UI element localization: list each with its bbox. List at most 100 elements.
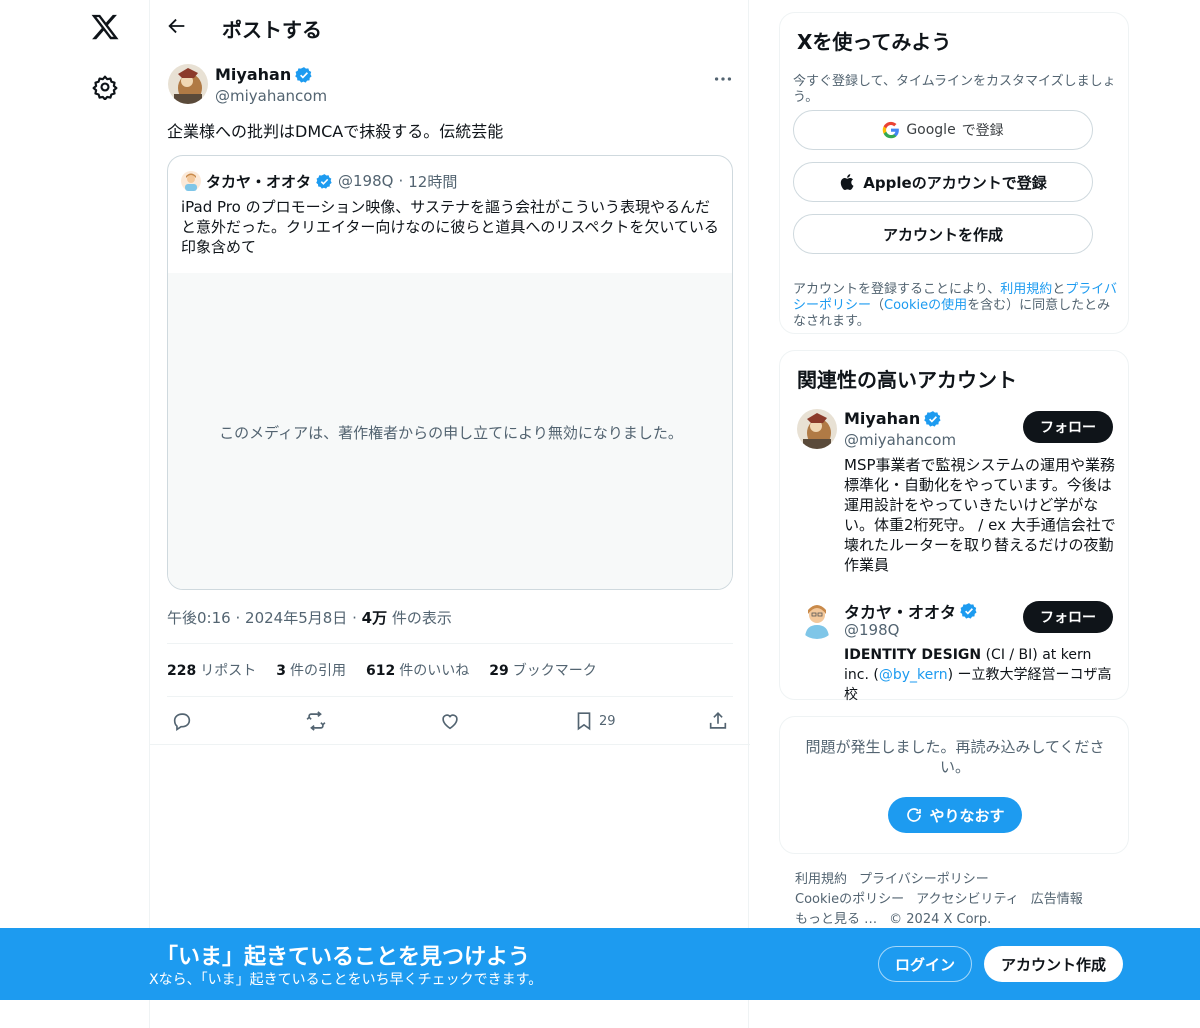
create-account-button[interactable]: アカウントを作成 bbox=[793, 214, 1093, 254]
signup-title: Xを使ってみよう bbox=[797, 30, 952, 54]
main-column: ポストする Miyahan @miyahancom 企業様への批判はDMCAで抹… bbox=[149, 0, 750, 1028]
login-button[interactable]: ログイン bbox=[878, 946, 972, 982]
account-handle[interactable]: @198Q bbox=[844, 621, 899, 639]
post-time[interactable]: 午後0:16 bbox=[167, 609, 231, 627]
signup-description: 今すぐ登録して、タイムラインをカスタマイズしましょう。 bbox=[793, 74, 1116, 105]
divider bbox=[150, 744, 750, 745]
footer-link-cookie[interactable]: Cookieのポリシー bbox=[795, 892, 904, 907]
related-accounts-card: 関連性の高いアカウント Miyahan @miyahancom フォロー MSP… bbox=[779, 350, 1129, 703]
media-disabled-message: このメディアは、著作権者からの申し立てにより無効になりました。 bbox=[219, 423, 683, 442]
avatar[interactable] bbox=[797, 599, 837, 639]
views-label: 件の表示 bbox=[391, 609, 452, 627]
signup-banner: 「いま」起きていることを見つけよう Xなら、「いま」起きていることをいち早くチェ… bbox=[0, 928, 1200, 1000]
post-stats: 228 リポスト 3 件の引用 612 件のいいね 29 ブックマーク bbox=[167, 660, 597, 680]
cookie-link[interactable]: Cookieの使用 bbox=[884, 298, 967, 313]
account-name[interactable]: タカヤ・オオタ bbox=[844, 599, 978, 623]
verified-badge-icon bbox=[316, 173, 332, 189]
bookmark-icon bbox=[577, 712, 591, 731]
account-bio: MSP事業者で監視システムの運用や業務標準化・自動化をやっています。今後は運用設… bbox=[844, 456, 1116, 574]
post-date[interactable]: 2024年5月8日 bbox=[245, 609, 347, 627]
avatar[interactable] bbox=[168, 64, 208, 104]
bookmark-count: 29 bbox=[599, 713, 616, 729]
banner-subtitle: Xなら、「いま」起きていることをいち早くチェックできます。 bbox=[149, 972, 543, 988]
related-title: 関連性の高いアカウント bbox=[797, 368, 1017, 392]
reply-button[interactable] bbox=[171, 709, 193, 733]
views-count: 4万 bbox=[361, 609, 388, 627]
verified-badge-icon bbox=[960, 603, 977, 619]
signup-card: Xを使ってみよう 今すぐ登録して、タイムラインをカスタマイズしましょう。 Goo… bbox=[779, 12, 1129, 334]
account-bio: IDENTITY DESIGN (CI / BI) at kern inc. (… bbox=[844, 647, 1112, 703]
reply-icon bbox=[173, 713, 191, 731]
post-author: Miyahan @miyahancom bbox=[168, 64, 734, 108]
verified-badge-icon bbox=[924, 410, 941, 427]
bookmark-button[interactable]: 29 bbox=[573, 709, 616, 733]
left-nav bbox=[0, 0, 150, 1028]
page-header: ポストする bbox=[150, 0, 750, 53]
google-signup-button[interactable]: Google で登録 bbox=[793, 110, 1093, 150]
share-icon bbox=[709, 712, 727, 729]
apple-signup-label: Appleのアカウントで登録 bbox=[863, 173, 1047, 192]
back-arrow-icon[interactable] bbox=[166, 15, 188, 37]
repost-icon bbox=[306, 711, 326, 731]
page-title: ポストする bbox=[222, 18, 322, 42]
create-account-label: アカウントを作成 bbox=[882, 225, 1003, 244]
footer-link-accessibility[interactable]: アクセシビリティ bbox=[916, 892, 1019, 907]
footer-link-ads[interactable]: 広告情報 bbox=[1031, 892, 1083, 907]
google-logo-icon bbox=[883, 121, 900, 139]
account-item[interactable]: タカヤ・オオタ @198Q フォロー IDENTITY DESIGN (CI /… bbox=[797, 599, 1113, 703]
footer-link-more[interactable]: もっと見る … bbox=[795, 912, 877, 927]
author-name[interactable]: Miyahan bbox=[215, 65, 313, 84]
signup-legal-text: アカウントを登録することにより、利用規約とプライバシーポリシー（Cookieの使… bbox=[793, 282, 1118, 329]
divider bbox=[167, 696, 733, 697]
repost-button[interactable] bbox=[305, 709, 327, 733]
avatar[interactable] bbox=[797, 409, 837, 449]
follow-button[interactable]: フォロー bbox=[1023, 411, 1113, 443]
verified-badge-icon bbox=[295, 66, 312, 83]
account-item[interactable]: Miyahan @miyahancom フォロー MSP事業者で監視システムの運… bbox=[797, 409, 1116, 579]
footer-link-terms[interactable]: 利用規約 bbox=[795, 872, 847, 887]
quote-header: タカヤ・オオタ @198Q · 12時間 bbox=[181, 170, 457, 192]
stat-reposts[interactable]: 228 リポスト bbox=[167, 660, 256, 680]
banner-title: 「いま」起きていることを見つけよう bbox=[156, 945, 531, 970]
error-card: 問題が発生しました。再読み込みしてください。 やりなおす bbox=[779, 716, 1129, 854]
retry-label: やりなおす bbox=[929, 806, 1005, 825]
quoted-post[interactable]: タカヤ・オオタ @198Q · 12時間 iPad Pro のプロモーション映像… bbox=[167, 155, 733, 590]
gear-icon[interactable] bbox=[92, 74, 118, 100]
footer-link-privacy[interactable]: プライバシーポリシー bbox=[859, 872, 989, 887]
like-button[interactable] bbox=[439, 709, 461, 733]
signup-button[interactable]: アカウント作成 bbox=[984, 946, 1123, 982]
post-text: 企業様への批判はDMCAで抹殺する。伝統芸能 bbox=[167, 122, 504, 141]
quote-text: iPad Pro のプロモーション映像、サステナを謳う会社がこういう表現やるんだ… bbox=[181, 198, 719, 256]
google-brand: Google bbox=[906, 122, 956, 138]
terms-link[interactable]: 利用規約 bbox=[1000, 282, 1052, 297]
separator-dot: · bbox=[235, 609, 241, 627]
stat-likes[interactable]: 612 件のいいね bbox=[366, 660, 469, 680]
divider bbox=[167, 643, 733, 644]
apple-signup-button[interactable]: Appleのアカウントで登録 bbox=[793, 162, 1093, 202]
more-options-icon[interactable] bbox=[712, 68, 734, 90]
share-button[interactable] bbox=[707, 709, 729, 733]
heart-icon bbox=[442, 714, 458, 730]
copyright: © 2024 X Corp. bbox=[889, 912, 992, 927]
refresh-icon bbox=[907, 808, 922, 822]
quote-author-name: タカヤ・オオタ bbox=[206, 172, 312, 191]
mention-link[interactable]: @by_kern bbox=[879, 667, 948, 683]
post-timestamp: 午後0:16 · 2024年5月8日 · 4万 件の表示 bbox=[167, 607, 452, 628]
error-message: 問題が発生しました。再読み込みしてください。 bbox=[805, 738, 1105, 776]
action-bar: 29 bbox=[167, 706, 733, 736]
google-signup-label: で登録 bbox=[961, 123, 1004, 139]
account-handle[interactable]: @miyahancom bbox=[844, 431, 956, 449]
media-disabled-placeholder: このメディアは、著作権者からの申し立てにより無効になりました。 bbox=[168, 273, 732, 589]
follow-button[interactable]: フォロー bbox=[1023, 601, 1113, 633]
quote-time: 12時間 bbox=[408, 172, 458, 191]
stat-bookmarks[interactable]: 29 ブックマーク bbox=[489, 660, 596, 680]
separator-dot: · bbox=[398, 172, 404, 190]
account-name[interactable]: Miyahan bbox=[844, 409, 942, 428]
footer-links: 利用規約 プライバシーポリシー Cookieのポリシー アクセシビリティ 広告情報 も… bbox=[795, 870, 1115, 930]
stat-quotes[interactable]: 3 件の引用 bbox=[276, 660, 346, 680]
retry-button[interactable]: やりなおす bbox=[888, 797, 1022, 833]
x-logo-icon[interactable] bbox=[90, 12, 120, 42]
author-handle[interactable]: @miyahancom bbox=[215, 87, 327, 105]
separator-dot: · bbox=[352, 609, 357, 627]
quote-author-handle: @198Q bbox=[338, 172, 394, 190]
